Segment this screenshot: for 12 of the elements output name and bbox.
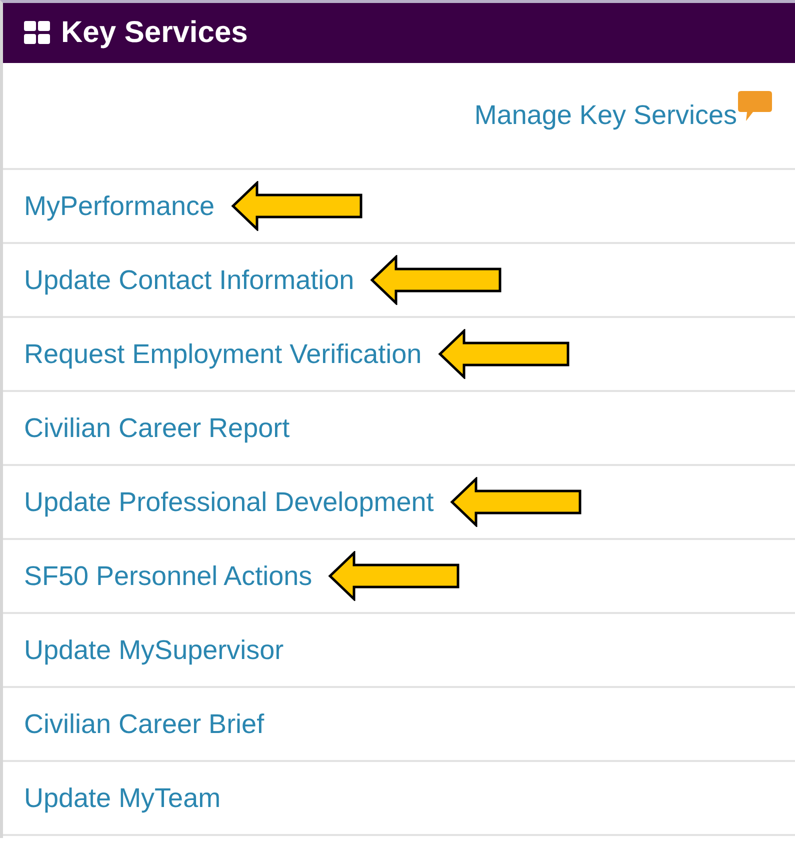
grid-icon (23, 20, 51, 46)
service-link[interactable]: SF50 Personnel Actions (24, 560, 312, 592)
service-link[interactable]: Civilian Career Brief (24, 708, 264, 740)
manage-link[interactable]: Manage Key Services (474, 100, 737, 131)
service-link[interactable]: Civilian Career Report (24, 412, 290, 444)
service-link[interactable]: MyPerformance (24, 190, 215, 222)
service-link[interactable]: Update Professional Development (24, 486, 434, 518)
service-link[interactable]: Update Contact Information (24, 264, 354, 296)
panel-title: Key Services (61, 16, 248, 50)
service-link[interactable]: Request Employment Verification (24, 338, 422, 370)
service-link[interactable]: Update MySupervisor (24, 634, 284, 666)
service-link[interactable]: Update MyTeam (24, 782, 221, 814)
